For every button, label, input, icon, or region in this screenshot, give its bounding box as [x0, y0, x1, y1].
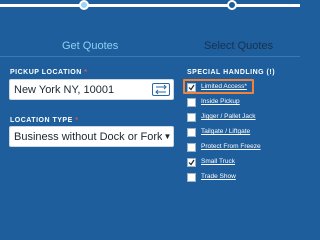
protect-from-freeze-checkbox[interactable]	[187, 143, 196, 152]
location-type-label-text: LOCATION TYPE	[10, 117, 73, 124]
pickup-location-label: PICKUP LOCATION *	[10, 69, 88, 76]
location-type-select[interactable]: Business without Dock or Forklift ▼	[9, 126, 174, 147]
trade-show-checkbox[interactable]	[187, 173, 196, 182]
small-truck-checkbox[interactable]	[187, 158, 196, 167]
tailgate-liftgate-checkbox[interactable]	[187, 128, 196, 137]
pickup-location-input[interactable]: New York NY, 10001	[9, 79, 174, 100]
step-get-quotes[interactable]: Get Quotes	[62, 40, 118, 52]
stepper-line	[88, 4, 228, 7]
inside-pickup-label[interactable]: Inside Pickup	[201, 98, 240, 105]
progress-stepper: Get Quotes Select Quotes	[0, 0, 300, 60]
limited-access-checkbox[interactable]	[187, 83, 196, 92]
stepper-line	[236, 4, 300, 7]
chevron-down-icon: ▼	[162, 127, 173, 146]
stepper-line	[0, 4, 80, 7]
special-handling-label: SPECIAL HANDLING (!)	[187, 69, 276, 76]
required-mark: *	[84, 69, 88, 76]
step-dot-select-quotes	[227, 0, 237, 10]
option-trade-show[interactable]: Trade Show	[186, 172, 296, 185]
required-mark: *	[75, 117, 79, 124]
option-jigger-pallet-jack[interactable]: Jigger / Pallet Jack	[186, 112, 296, 125]
option-tailgate-liftgate[interactable]: Tailgate / Liftgate	[186, 127, 296, 140]
option-small-truck[interactable]: Small Truck	[186, 157, 296, 170]
step-dot-get-quotes	[79, 0, 89, 10]
protect-from-freeze-label[interactable]: Protect From Freeze	[201, 143, 261, 150]
pickup-location-label-text: PICKUP LOCATION	[10, 69, 82, 76]
jigger-pallet-jack-label[interactable]: Jigger / Pallet Jack	[201, 113, 256, 120]
limited-access-label[interactable]: Limited Access*	[201, 83, 247, 90]
location-type-value: Business without Dock or Forklift	[14, 131, 174, 143]
tailgate-liftgate-label[interactable]: Tailgate / Liftgate	[201, 128, 250, 135]
inside-pickup-checkbox[interactable]	[187, 98, 196, 107]
header-divider	[0, 56, 300, 57]
step-select-quotes[interactable]: Select Quotes	[204, 40, 273, 52]
trade-show-label[interactable]: Trade Show	[201, 173, 236, 180]
option-inside-pickup[interactable]: Inside Pickup	[186, 97, 296, 110]
small-truck-label[interactable]: Small Truck	[201, 158, 235, 165]
option-limited-access[interactable]: Limited Access*	[186, 82, 296, 95]
pickup-location-value: New York NY, 10001	[14, 84, 115, 96]
location-type-label: LOCATION TYPE *	[10, 117, 78, 124]
option-protect-from-freeze[interactable]: Protect From Freeze	[186, 142, 296, 155]
jigger-pallet-jack-checkbox[interactable]	[187, 113, 196, 122]
swap-arrows-icon[interactable]	[152, 83, 170, 96]
